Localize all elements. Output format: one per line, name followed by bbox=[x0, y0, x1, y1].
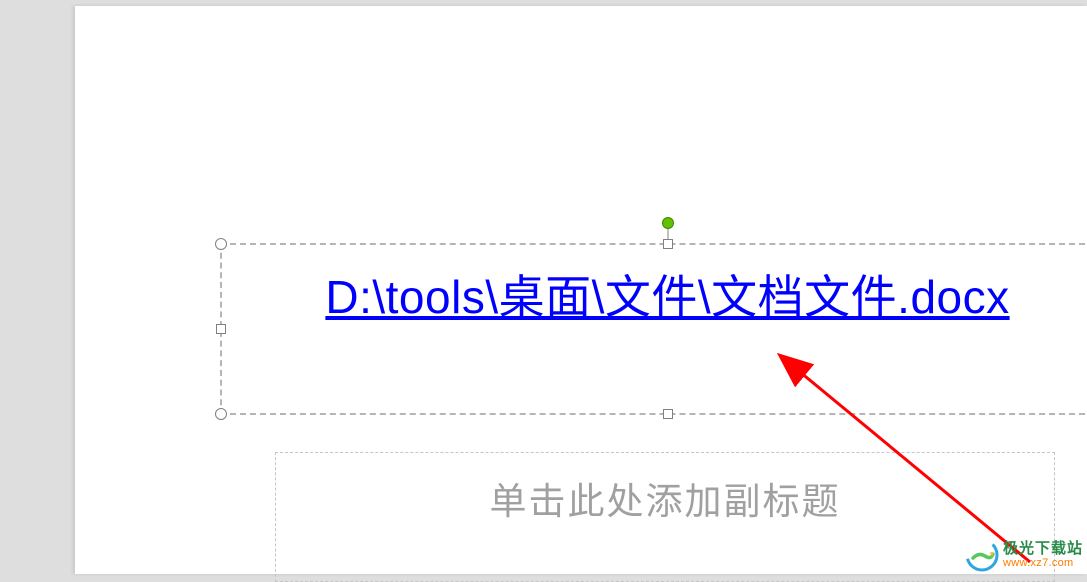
resize-handle-left[interactable] bbox=[216, 324, 226, 334]
subtitle-placeholder-text: 单击此处添加副标题 bbox=[276, 453, 1054, 525]
resize-handle-top[interactable] bbox=[663, 239, 673, 249]
rotation-handle[interactable] bbox=[662, 217, 674, 229]
resize-handle-top-left[interactable] bbox=[215, 238, 227, 250]
watermark-logo-icon bbox=[965, 538, 999, 572]
watermark-title: 极光下载站 bbox=[1003, 541, 1083, 558]
resize-handle-bottom[interactable] bbox=[663, 409, 673, 419]
title-textbox[interactable]: D:\tools\桌面\文件\文档文件.docx bbox=[220, 243, 1087, 415]
hyperlink-title[interactable]: D:\tools\桌面\文件\文档文件.docx bbox=[222, 245, 1087, 342]
watermark-url: www.xz7.com bbox=[1003, 557, 1083, 569]
resize-handle-bottom-left[interactable] bbox=[215, 408, 227, 420]
watermark: 极光下载站 www.xz7.com bbox=[965, 538, 1083, 572]
watermark-text: 极光下载站 www.xz7.com bbox=[1003, 541, 1083, 570]
subtitle-textbox[interactable]: 单击此处添加副标题 bbox=[275, 452, 1055, 582]
slide-canvas: D:\tools\桌面\文件\文档文件.docx 单击此处添加副标题 bbox=[75, 6, 1087, 574]
